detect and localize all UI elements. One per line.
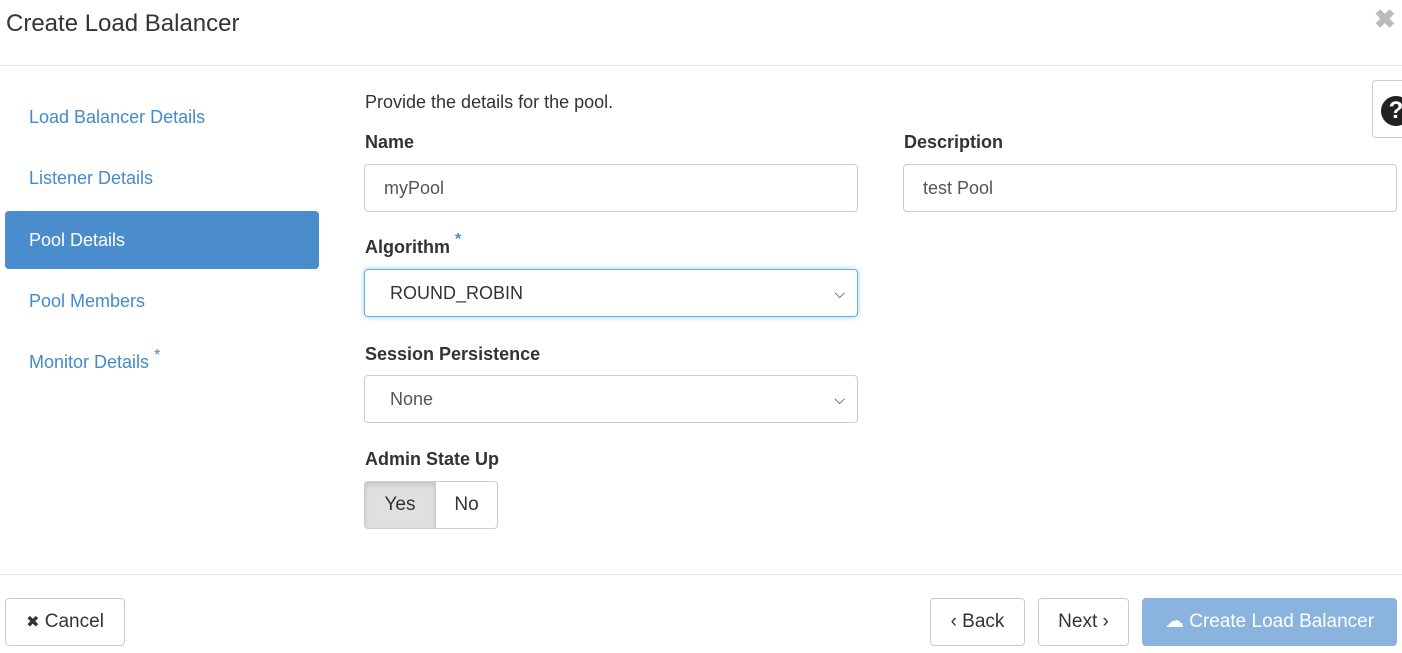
sidebar-item-pool-members[interactable]: Pool Members [5, 272, 319, 330]
close-icon[interactable]: ✖ [1374, 4, 1396, 35]
next-label: Next [1058, 611, 1098, 632]
cancel-button[interactable]: ✖ Cancel [5, 598, 125, 646]
algorithm-value: ROUND_ROBIN [390, 283, 524, 303]
admin-state-label: Admin State Up [365, 449, 500, 469]
sidebar-item-label: Monitor Details [29, 352, 150, 372]
close-icon: ✖ [26, 614, 40, 631]
admin-yes-button[interactable]: Yes [364, 481, 436, 529]
description-label: Description [904, 132, 1004, 152]
name-input[interactable]: myPool [364, 164, 858, 212]
question-icon: ? [1381, 96, 1402, 126]
divider [0, 65, 1402, 66]
algorithm-select[interactable]: ROUND_ROBIN ⌵ [364, 269, 858, 317]
session-persistence-label: Session Persistence [365, 344, 541, 364]
cloud-download-icon: ☁ [1164, 611, 1184, 632]
dialog-title: Create Load Balancer [6, 10, 240, 37]
sidebar-item-label: Load Balancer Details [29, 107, 206, 127]
name-label: Name [365, 132, 415, 152]
sidebar-item-listener-details[interactable]: Listener Details [5, 149, 319, 207]
admin-no-button[interactable]: No [435, 481, 498, 529]
required-marker: * [154, 347, 161, 364]
session-persistence-select[interactable]: None ⌵ [364, 375, 858, 423]
chevron-right-icon: › [1102, 611, 1109, 632]
back-label: Back [962, 611, 1005, 632]
sidebar-item-label: Pool Members [29, 291, 146, 311]
chevron-down-icon: ⌵ [834, 285, 845, 301]
back-button[interactable]: ‹ Back [930, 598, 1025, 646]
help-button[interactable]: ? [1372, 80, 1402, 138]
chevron-left-icon: ‹ [950, 611, 957, 632]
divider [0, 574, 1402, 575]
next-button[interactable]: Next › [1038, 598, 1129, 646]
description-input[interactable]: test Pool [903, 164, 1397, 212]
sidebar-item-label: Pool Details [29, 230, 126, 250]
algorithm-label: Algorithm * [365, 231, 461, 258]
sidebar-item-pool-details[interactable]: Pool Details [5, 211, 319, 269]
algorithm-label-text: Algorithm [365, 237, 450, 257]
sidebar-item-load-balancer-details[interactable]: Load Balancer Details [5, 88, 319, 146]
create-load-balancer-button[interactable]: ☁ Create Load Balancer [1142, 598, 1397, 646]
create-label: Create Load Balancer [1189, 611, 1375, 632]
sidebar-item-monitor-details[interactable]: Monitor Details * [5, 333, 319, 391]
cancel-label: Cancel [44, 611, 104, 632]
session-persistence-value: None [390, 389, 434, 409]
required-marker: * [455, 231, 462, 248]
sidebar-item-label: Listener Details [29, 168, 154, 188]
form-intro: Provide the details for the pool. [365, 92, 614, 112]
chevron-down-icon: ⌵ [834, 391, 845, 407]
